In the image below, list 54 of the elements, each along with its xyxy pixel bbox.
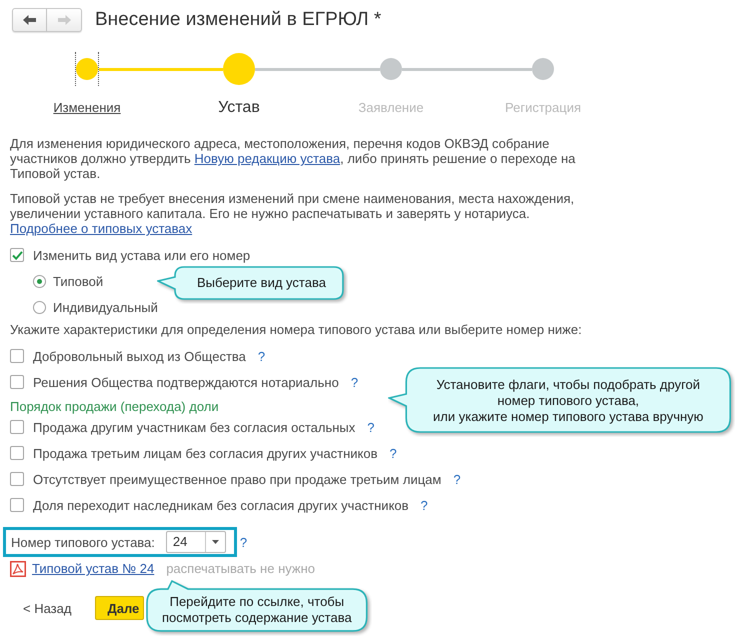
section-heading: Порядок продажи (перехода) доли <box>10 399 219 414</box>
checkbox[interactable] <box>10 498 24 512</box>
step-label: Заявление <box>358 99 424 117</box>
checkbox-label: Продажа другим участникам без согласия остальных <box>33 420 356 434</box>
checkbox-label: Изменить вид устава или его номер <box>33 248 250 262</box>
paragraph: Типовой устав не требует внесения изменений при смене наименования, места нахождения, увеличении уставного капитала. Его не нужно распечатывать и заверять у нотариуса. <box>10 191 576 221</box>
radio-button[interactable] <box>33 300 46 314</box>
field-label: Номер типового устава: <box>11 534 155 550</box>
number-dropdown[interactable]: 24 <box>166 531 226 553</box>
hint-text: Перейдите по ссылке, чтобы посмотреть содержание устава <box>162 594 352 626</box>
radio-label: Типовой <box>53 274 104 288</box>
left-arrow-icon <box>23 15 36 25</box>
step-marker[interactable] <box>223 53 255 85</box>
instruction-text: Укажите характеристики для определения номера типового устава или выберите номер ниже: <box>10 322 582 337</box>
link[interactable]: Новую редакцию устава <box>194 151 340 166</box>
help-link[interactable]: ? <box>240 534 248 550</box>
help-link[interactable]: ? <box>453 472 461 486</box>
window-title: Внесение изменений в ЕГРЮЛ * <box>95 8 382 32</box>
right-arrow-icon <box>58 15 70 25</box>
caret-icon <box>212 540 219 544</box>
back-link-button[interactable]: < Назад <box>23 596 72 620</box>
pdf-file-icon <box>10 561 26 577</box>
checkbox-label: Решения Общества подтверждаются нотариально <box>33 374 339 390</box>
next-button[interactable]: Дале <box>95 596 144 620</box>
back-button[interactable] <box>12 8 47 32</box>
step-label: Устав <box>218 99 260 117</box>
step-label: Регистрация <box>505 99 581 117</box>
paragraph: Для изменения юридического адреса, местоположения, перечня кодов ОКВЭД собрание участников должно утвердить Новую редакцию устава, либо принять решение о переходе на Типовой устав. <box>10 136 576 181</box>
help-link[interactable]: ? <box>350 374 358 390</box>
hint-text: Установите флаги, чтобы подобрать другой номер типового устава, или укажите номер типового устава вручную <box>433 377 704 425</box>
radio-button[interactable] <box>33 274 46 288</box>
link[interactable]: Типовой устав № 24 <box>32 561 154 577</box>
checkbox[interactable] <box>10 446 24 460</box>
checkbox-label: Отсутствует преимущественное право при продаже третьим лицам <box>33 472 442 486</box>
help-link[interactable]: ? <box>258 348 266 364</box>
step-marker[interactable] <box>380 58 402 80</box>
checkbox[interactable] <box>10 420 24 434</box>
checkbox[interactable] <box>10 349 24 363</box>
checkbox[interactable] <box>10 472 24 486</box>
checkbox-label: Продажа третьим лицам без согласия других участников <box>33 446 378 460</box>
radio-label: Индивидуальный <box>53 300 158 314</box>
step-marker[interactable] <box>532 58 554 80</box>
link[interactable]: Подробнее о типовых уставах <box>10 221 192 236</box>
help-link[interactable]: ? <box>367 420 375 434</box>
checkbox-label: Доля переходит наследникам без согласия других участников <box>33 498 409 512</box>
note-text: распечатывать не нужно <box>166 561 316 577</box>
checkbox[interactable] <box>10 248 24 262</box>
step-marker[interactable] <box>75 52 99 86</box>
help-link[interactable]: ? <box>420 498 428 512</box>
checkbox-label: Добровольный выход из Общества <box>33 348 246 364</box>
hint-text: Выберите вид устава <box>197 275 326 291</box>
help-link[interactable]: ? <box>390 446 397 460</box>
checkbox[interactable] <box>10 375 24 389</box>
step-label[interactable]: Изменения <box>53 99 121 117</box>
